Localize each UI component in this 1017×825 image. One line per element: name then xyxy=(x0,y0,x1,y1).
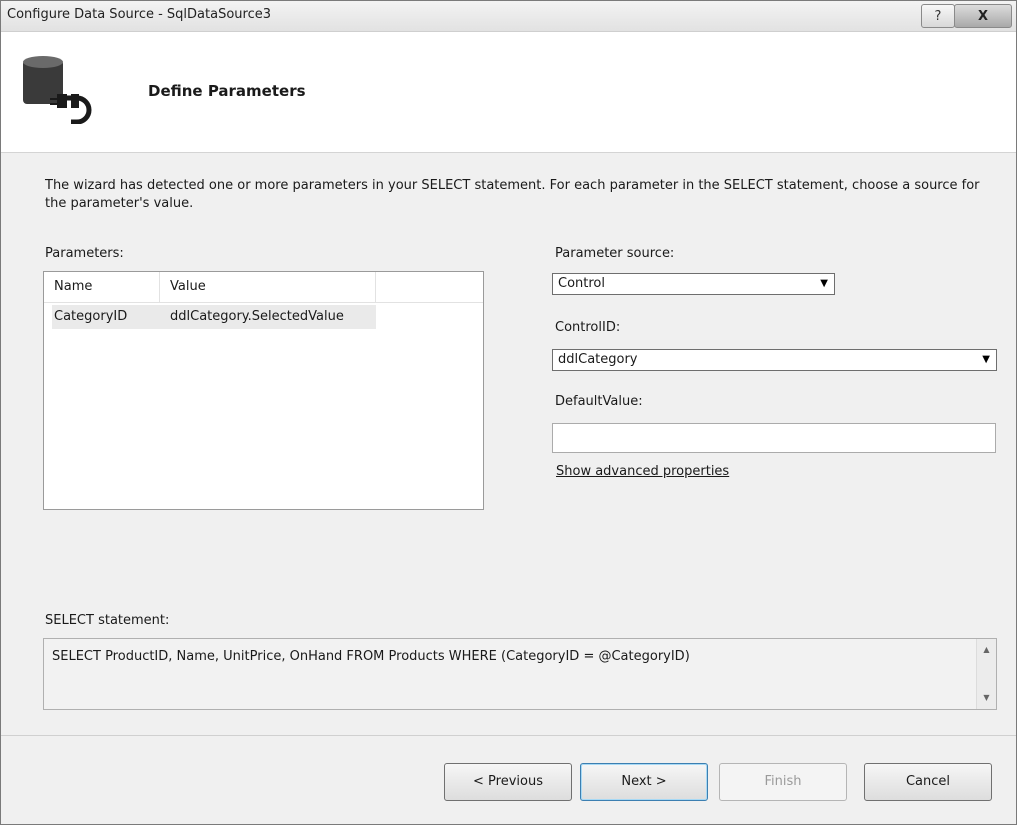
column-header-name[interactable]: Name xyxy=(44,272,160,302)
parameters-grid[interactable]: Name Value CategoryID ddlCategory.Select… xyxy=(43,271,484,510)
controlid-label: ControlID: xyxy=(555,320,621,335)
chevron-down-icon: ▼ xyxy=(982,354,990,365)
scroll-down-icon[interactable]: ▼ xyxy=(977,689,996,707)
parameter-source-value: Control xyxy=(558,276,605,291)
column-header-value[interactable]: Value xyxy=(160,272,376,302)
footer-divider xyxy=(1,735,1016,736)
select-statement-box[interactable]: SELECT ProductID, Name, UnitPrice, OnHan… xyxy=(43,638,997,710)
vertical-scrollbar[interactable]: ▲ ▼ xyxy=(976,639,996,709)
default-value-field[interactable] xyxy=(552,423,996,453)
help-icon: ? xyxy=(934,8,942,24)
parameter-source-select[interactable]: Control ▼ xyxy=(552,273,835,295)
database-plug-icon xyxy=(23,56,92,124)
show-advanced-properties-link[interactable]: Show advanced properties xyxy=(556,464,729,479)
cancel-button[interactable]: Cancel xyxy=(864,763,992,801)
grid-header: Name Value xyxy=(44,272,483,303)
scroll-up-icon[interactable]: ▲ xyxy=(977,641,996,659)
previous-button[interactable]: < Previous xyxy=(444,763,572,801)
close-icon: X xyxy=(977,8,989,24)
table-row[interactable]: CategoryID ddlCategory.SelectedValue xyxy=(52,305,376,329)
select-statement-label: SELECT statement: xyxy=(45,613,170,628)
controlid-value: ddlCategory xyxy=(558,352,638,367)
title-bar: Configure Data Source - SqlDataSource3 ?… xyxy=(1,1,1016,32)
parameter-source-label: Parameter source: xyxy=(555,246,675,261)
cell-name: CategoryID xyxy=(54,309,128,324)
parameters-label: Parameters: xyxy=(45,246,124,261)
help-button[interactable]: ? xyxy=(921,4,955,28)
intro-text: The wizard has detected one or more para… xyxy=(45,178,980,211)
configure-data-source-dialog: Configure Data Source - SqlDataSource3 ?… xyxy=(0,0,1017,825)
wizard-header: Define Parameters xyxy=(1,32,1016,153)
window-title: Configure Data Source - SqlDataSource3 xyxy=(7,7,271,22)
page-title: Define Parameters xyxy=(148,82,306,100)
finish-button[interactable]: Finish xyxy=(719,763,847,801)
default-value-label: DefaultValue: xyxy=(555,394,643,409)
chevron-down-icon: ▼ xyxy=(820,278,828,289)
controlid-select[interactable]: ddlCategory ▼ xyxy=(552,349,997,371)
cell-value: ddlCategory.SelectedValue xyxy=(170,309,344,324)
close-button[interactable]: X xyxy=(954,4,1012,28)
select-statement-text: SELECT ProductID, Name, UnitPrice, OnHan… xyxy=(52,649,690,664)
next-button[interactable]: Next > xyxy=(580,763,708,801)
